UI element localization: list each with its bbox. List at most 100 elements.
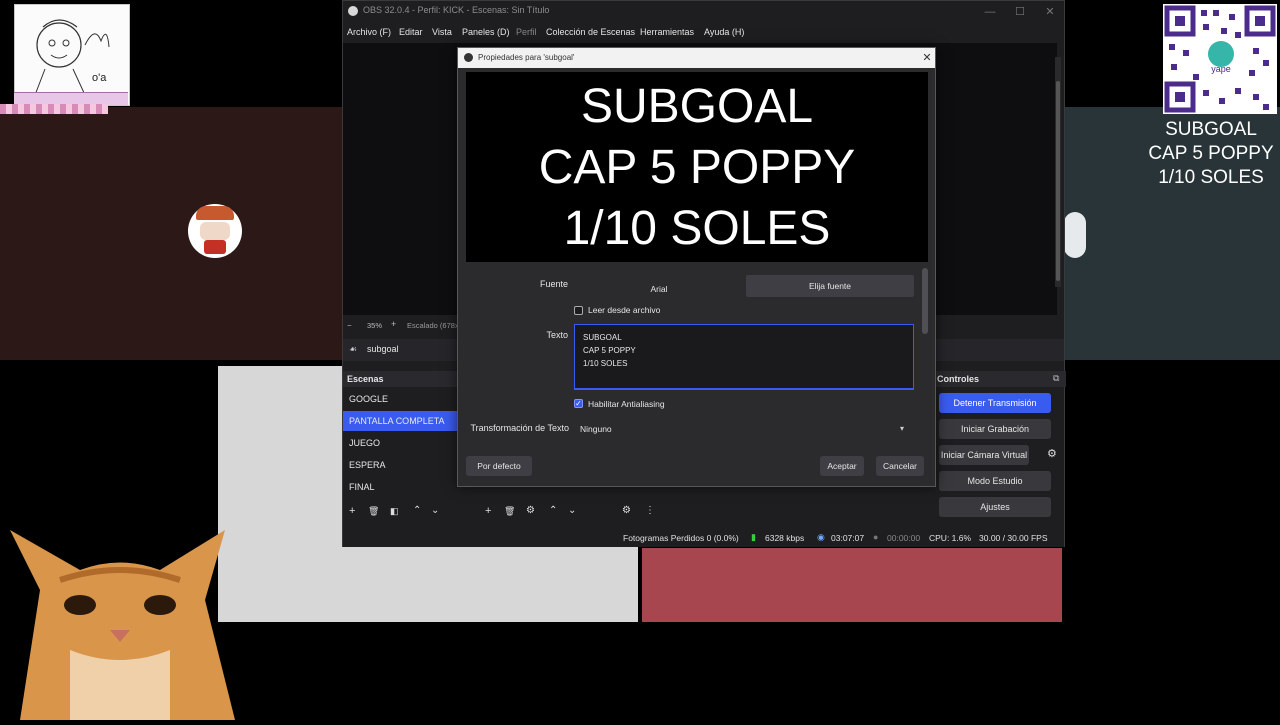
dialog-titlebar: Propiedades para 'subgoal' ✕ [458,48,935,68]
controls-panel-header: Controles ⧉ [931,371,1066,387]
maximize-icon[interactable]: ☐ [1007,3,1033,21]
source-properties-icon[interactable]: ⚙ [526,505,535,516]
scene-google[interactable]: GOOGLE [343,389,457,409]
dropped-frames: Fotogramas Perdidos 0 (0.0%) [623,533,739,543]
scenes-panel-header: Escenas [343,371,458,387]
decorative-strip [0,104,108,114]
undock-icon[interactable]: ⧉ [1053,373,1059,384]
defaults-button[interactable]: Por defecto [466,456,532,476]
scene-filters-icon[interactable]: ◧ [390,506,399,517]
ok-button[interactable]: Aceptar [820,456,864,476]
move-scene-down-icon[interactable]: ⌄ [431,505,439,516]
avatar-mouth [204,240,226,254]
selected-source-name: subgoal [367,344,399,354]
menu-vista[interactable]: Vista [432,27,452,37]
fps: 30.00 / 30.00 FPS [979,533,1048,543]
text-source-preview: SUBGOAL CAP 5 POPPY 1/10 SOLES [466,72,928,262]
scene-final[interactable]: FINAL [343,477,457,497]
scene-juego[interactable]: JUEGO [343,433,457,453]
goal-line: 1/10 SOLES [1158,167,1264,188]
move-source-down-icon[interactable]: ⌄ [568,505,576,516]
stream-time: 03:07:07 [831,533,865,543]
record-icon: ● [873,532,879,542]
text-label: Texto [546,330,568,340]
text-transform-value: Ninguno [580,424,612,434]
remove-source-icon[interactable]: 🗑 [504,506,515,517]
obs-titlebar: OBS 32.0.4 - Perfil: KICK - Escenas: Sin… [343,1,1064,23]
preview-line: SUBGOAL [580,80,814,133]
menu-herramientas[interactable]: Herramientas [640,27,694,37]
cat-image [0,530,240,720]
record-time: 00:00:00 [887,533,921,543]
obs-logo-icon [348,6,358,16]
studio-mode-button[interactable]: Modo Estudio [939,471,1051,491]
antialiasing-checkbox[interactable]: ✓ [574,399,583,408]
zoom-out-button[interactable]: − [347,321,352,330]
antialiasing-label[interactable]: Habilitar Antialiasing [588,399,665,409]
stop-stream-button[interactable]: Detener Transmisión [939,393,1051,413]
menu-ayuda[interactable]: Ayuda (H) [704,27,744,37]
menu-archivo[interactable]: Archivo (F) [347,27,391,37]
bitrate: 6328 kbps [765,533,805,543]
read-from-file-label[interactable]: Leer desde archivo [588,305,660,315]
goal-line: SUBGOAL [1165,119,1257,140]
font-value: Arial [650,284,668,294]
start-virtual-camera-button[interactable]: Iniciar Cámara Virtual [939,445,1029,465]
text-input[interactable]: SUBGOAL CAP 5 POPPY 1/10 SOLES [574,324,914,390]
close-icon[interactable]: ✕ [919,50,935,66]
choose-font-button[interactable]: Elija fuente [746,275,914,297]
stream-icon: ◉ [817,532,825,542]
sketch-caption: o'a [92,72,107,84]
font-label: Fuente [539,279,568,289]
scene-pantalla-completa[interactable]: PANTALLA COMPLETA [343,411,457,431]
move-scene-up-icon[interactable]: ⌃ [413,505,421,516]
goal-line: CAP 5 POPPY [1148,143,1274,164]
add-source-icon[interactable]: + [485,505,491,517]
minimize-icon[interactable]: — [977,3,1003,21]
qr-code: yape [1163,4,1277,114]
add-scene-icon[interactable]: + [349,505,355,517]
dialog-scrollbar[interactable] [922,268,928,334]
audio-mixer-menu-icon[interactable]: ⋮ [645,505,655,516]
read-from-file-checkbox[interactable] [574,306,583,315]
move-source-up-icon[interactable]: ⌃ [549,505,557,516]
obs-logo-icon [464,53,473,62]
avatar-face [200,222,230,240]
scene-espera[interactable]: ESPERA [343,455,457,475]
zoom-mode[interactable]: Escalado (678x [407,321,459,330]
menu-coleccion-escenas[interactable]: Colección de Escenas [546,27,635,37]
status-bar: Fotogramas Perdidos 0 (0.0%) ▮ 6328 kbps… [343,529,1064,547]
scenes-title: Escenas [347,374,384,384]
dialog-title: Propiedades para 'subgoal' [478,53,575,62]
preview-line: CAP 5 POPPY [538,141,856,194]
start-recording-button[interactable]: Iniciar Grabación [939,419,1051,439]
text-source-icon: ☙ [349,344,358,354]
remove-scene-icon[interactable]: 🗑 [368,506,379,517]
obs-window-title: OBS 32.0.4 - Perfil: KICK - Escenas: Sin… [363,5,550,15]
cpu-usage: CPU: 1.6% [929,533,972,543]
svg-text:yape: yape [1211,64,1231,74]
menu-perfil[interactable]: Perfil [516,27,537,37]
cancel-button[interactable]: Cancelar [876,456,924,476]
zoom-level: 35% [367,321,383,330]
close-icon[interactable]: ✕ [1037,3,1063,21]
text-transform-label: Transformación de Texto [470,423,569,433]
preview-line: 1/10 SOLES [563,202,831,255]
virtual-camera-settings-icon[interactable]: ⚙ [1047,447,1057,460]
properties-dialog: Propiedades para 'subgoal' ✕ SUBGOAL CAP… [457,47,936,487]
subgoal-overlay-text: SUBGOAL CAP 5 POPPY 1/10 SOLES [1142,118,1280,190]
text-transform-select[interactable]: Ninguno ▾ [574,420,914,438]
signal-icon: ▮ [751,532,756,542]
preview-scrollbar-thumb[interactable] [1056,81,1060,281]
sketch-overlay [14,4,130,106]
zoom-in-button[interactable]: + [391,319,396,329]
scene-red-panel [642,548,1062,622]
scene-background-left [0,107,342,360]
avatar-hat [196,206,234,220]
menu-editar[interactable]: Editar [399,27,423,37]
menu-paneles[interactable]: Paneles (D) [462,27,510,37]
controls-title: Controles [937,374,980,384]
preview-text: SUBGOAL CAP 5 POPPY 1/10 SOLES [466,76,928,259]
chevron-down-icon: ▾ [900,424,905,433]
audio-mixer-settings-icon[interactable]: ⚙ [622,505,631,516]
